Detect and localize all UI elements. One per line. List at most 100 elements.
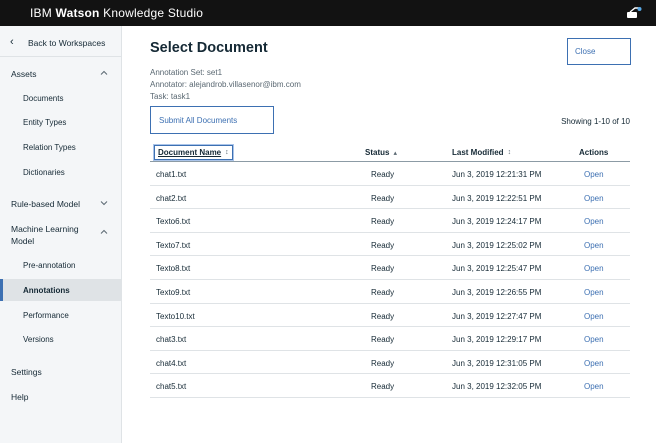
open-link[interactable]: Open: [584, 312, 604, 321]
app-brand[interactable]: IBM Watson Knowledge Studio: [30, 6, 203, 20]
column-header-last-modified[interactable]: Last Modified ↕: [452, 148, 511, 157]
column-header-label: Last Modified: [452, 148, 504, 157]
open-link[interactable]: Open: [584, 335, 604, 344]
sidebar-section-help[interactable]: Help: [0, 390, 122, 404]
table-row: chat5.txt Ready Jun 3, 2019 12:32:05 PM …: [150, 374, 630, 398]
sidebar-item-label: Performance: [23, 311, 69, 320]
back-to-workspaces-link[interactable]: ‹ Back to Workspaces: [0, 34, 122, 52]
last-modified-cell: Jun 3, 2019 12:31:05 PM: [452, 358, 542, 368]
open-link[interactable]: Open: [584, 241, 604, 250]
table-row: chat1.txt Ready Jun 3, 2019 12:21:31 PM …: [150, 162, 630, 186]
open-link[interactable]: Open: [584, 194, 604, 203]
sidebar: ‹ Back to Workspaces Assets Documents En…: [0, 26, 122, 443]
last-modified-cell: Jun 3, 2019 12:21:31 PM: [452, 170, 542, 179]
last-modified-cell: Jun 3, 2019 12:24:17 PM: [452, 217, 542, 227]
open-link[interactable]: Open: [584, 264, 604, 273]
status-cell: Ready: [371, 170, 395, 179]
sidebar-item-label: Pre-annotation: [23, 261, 76, 270]
document-name-cell: chat5.txt: [156, 382, 187, 392]
open-link[interactable]: Open: [584, 382, 604, 391]
sidebar-item-label: Annotations: [23, 286, 70, 295]
sidebar-item-performance[interactable]: Performance: [0, 304, 122, 326]
last-modified-cell: Jun 3, 2019 12:25:02 PM: [452, 240, 542, 250]
status-cell: Ready: [371, 287, 395, 297]
documents-table: Document Name ↕ Status ▴ Last Modified ↕…: [150, 142, 630, 398]
sidebar-item-label: Versions: [23, 335, 54, 344]
document-name-cell: chat1.txt: [156, 170, 187, 179]
open-link[interactable]: Open: [584, 170, 604, 179]
section-label-line1: Machine Learning: [11, 224, 79, 234]
last-modified-cell: Jun 3, 2019 12:29:17 PM: [452, 335, 542, 345]
status-cell: Ready: [371, 193, 395, 203]
table-row: chat3.txt Ready Jun 3, 2019 12:29:17 PM …: [150, 327, 630, 351]
sidebar-item-entity-types[interactable]: Entity Types: [0, 111, 122, 133]
submit-all-documents-button[interactable]: Submit All Documents: [150, 106, 274, 134]
back-label: Back to Workspaces: [28, 38, 106, 48]
open-link[interactable]: Open: [584, 359, 604, 368]
document-name-cell: chat4.txt: [156, 358, 187, 368]
pagination-summary: Showing 1-10 of 10: [561, 117, 630, 126]
open-link[interactable]: Open: [584, 288, 604, 297]
sidebar-item-dictionaries[interactable]: Dictionaries: [0, 161, 122, 183]
status-cell: Ready: [371, 217, 395, 227]
annotator-text: Annotator: alejandrob.villasenor@ibm.com: [150, 80, 301, 89]
page-title: Select Document: [150, 40, 268, 56]
document-name-cell: Texto7.txt: [156, 240, 191, 250]
sidebar-item-relation-types[interactable]: Relation Types: [0, 136, 122, 158]
document-name-cell: Texto10.txt: [156, 311, 195, 321]
task-text: Task: task1: [150, 92, 191, 101]
document-name-cell: chat3.txt: [156, 335, 187, 345]
chevron-left-icon: ‹: [10, 36, 14, 48]
sidebar-item-annotations[interactable]: Annotations: [0, 279, 122, 301]
sidebar-section-rule-based-model[interactable]: Rule-based Model: [0, 196, 122, 210]
sort-ascending-icon: ▴: [393, 149, 397, 157]
table-row: Texto7.txt Ready Jun 3, 2019 12:25:02 PM…: [150, 233, 630, 257]
last-modified-cell: Jun 3, 2019 12:26:55 PM: [452, 287, 542, 297]
sort-both-icon: ↕: [507, 149, 512, 156]
top-bar: IBM Watson Knowledge Studio: [0, 0, 656, 26]
brand-product: Knowledge Studio: [103, 6, 204, 20]
user-switch-icon[interactable]: [626, 6, 642, 20]
sidebar-item-pre-annotation[interactable]: Pre-annotation: [0, 254, 122, 276]
table-row: Texto10.txt Ready Jun 3, 2019 12:27:47 P…: [150, 304, 630, 328]
status-cell: Ready: [371, 335, 395, 345]
table-header: Document Name ↕ Status ▴ Last Modified ↕…: [150, 142, 630, 162]
column-header-status[interactable]: Status ▴: [365, 148, 397, 157]
column-header-actions: Actions: [579, 148, 608, 157]
table-row: Texto6.txt Ready Jun 3, 2019 12:24:17 PM…: [150, 209, 630, 233]
annotation-set-text: Annotation Set: set1: [150, 68, 223, 77]
section-label-line2: Model: [11, 236, 35, 246]
last-modified-cell: Jun 3, 2019 12:32:05 PM: [452, 382, 542, 392]
close-button[interactable]: Close: [567, 38, 631, 65]
document-name-cell: Texto6.txt: [156, 217, 191, 227]
document-name-cell: chat2.txt: [156, 193, 187, 203]
table-row: chat2.txt Ready Jun 3, 2019 12:22:51 PM …: [150, 186, 630, 210]
table-row: chat4.txt Ready Jun 3, 2019 12:31:05 PM …: [150, 351, 630, 375]
sidebar-item-versions[interactable]: Versions: [0, 328, 122, 350]
sidebar-item-label: Dictionaries: [23, 168, 65, 177]
chevron-up-icon: [100, 70, 108, 75]
section-label: Assets: [11, 69, 37, 79]
table-row: Texto8.txt Ready Jun 3, 2019 12:25:47 PM…: [150, 256, 630, 280]
sort-both-icon: ↕: [225, 149, 229, 156]
sidebar-section-machine-learning-model[interactable]: Machine Learning Model: [0, 222, 122, 246]
status-cell: Ready: [371, 382, 395, 392]
sidebar-item-label: Documents: [23, 94, 64, 103]
sidebar-divider: [0, 56, 122, 57]
open-link[interactable]: Open: [584, 217, 604, 226]
last-modified-cell: Jun 3, 2019 12:22:51 PM: [452, 193, 542, 203]
sidebar-section-settings[interactable]: Settings: [0, 365, 122, 379]
section-label: Settings: [11, 367, 42, 377]
column-header-document-name[interactable]: Document Name ↕: [154, 145, 233, 160]
sidebar-section-assets[interactable]: Assets: [0, 66, 122, 80]
section-label: Help: [11, 392, 29, 402]
main-content: Select Document Annotation Set: set1 Ann…: [122, 26, 656, 443]
sidebar-item-label: Entity Types: [23, 118, 67, 127]
status-cell: Ready: [371, 311, 395, 321]
status-cell: Ready: [371, 240, 395, 250]
sidebar-item-documents[interactable]: Documents: [0, 87, 122, 109]
last-modified-cell: Jun 3, 2019 12:25:47 PM: [452, 264, 542, 274]
last-modified-cell: Jun 3, 2019 12:27:47 PM: [452, 311, 542, 321]
column-header-label: Document Name: [158, 148, 222, 157]
document-name-cell: Texto9.txt: [156, 287, 191, 297]
